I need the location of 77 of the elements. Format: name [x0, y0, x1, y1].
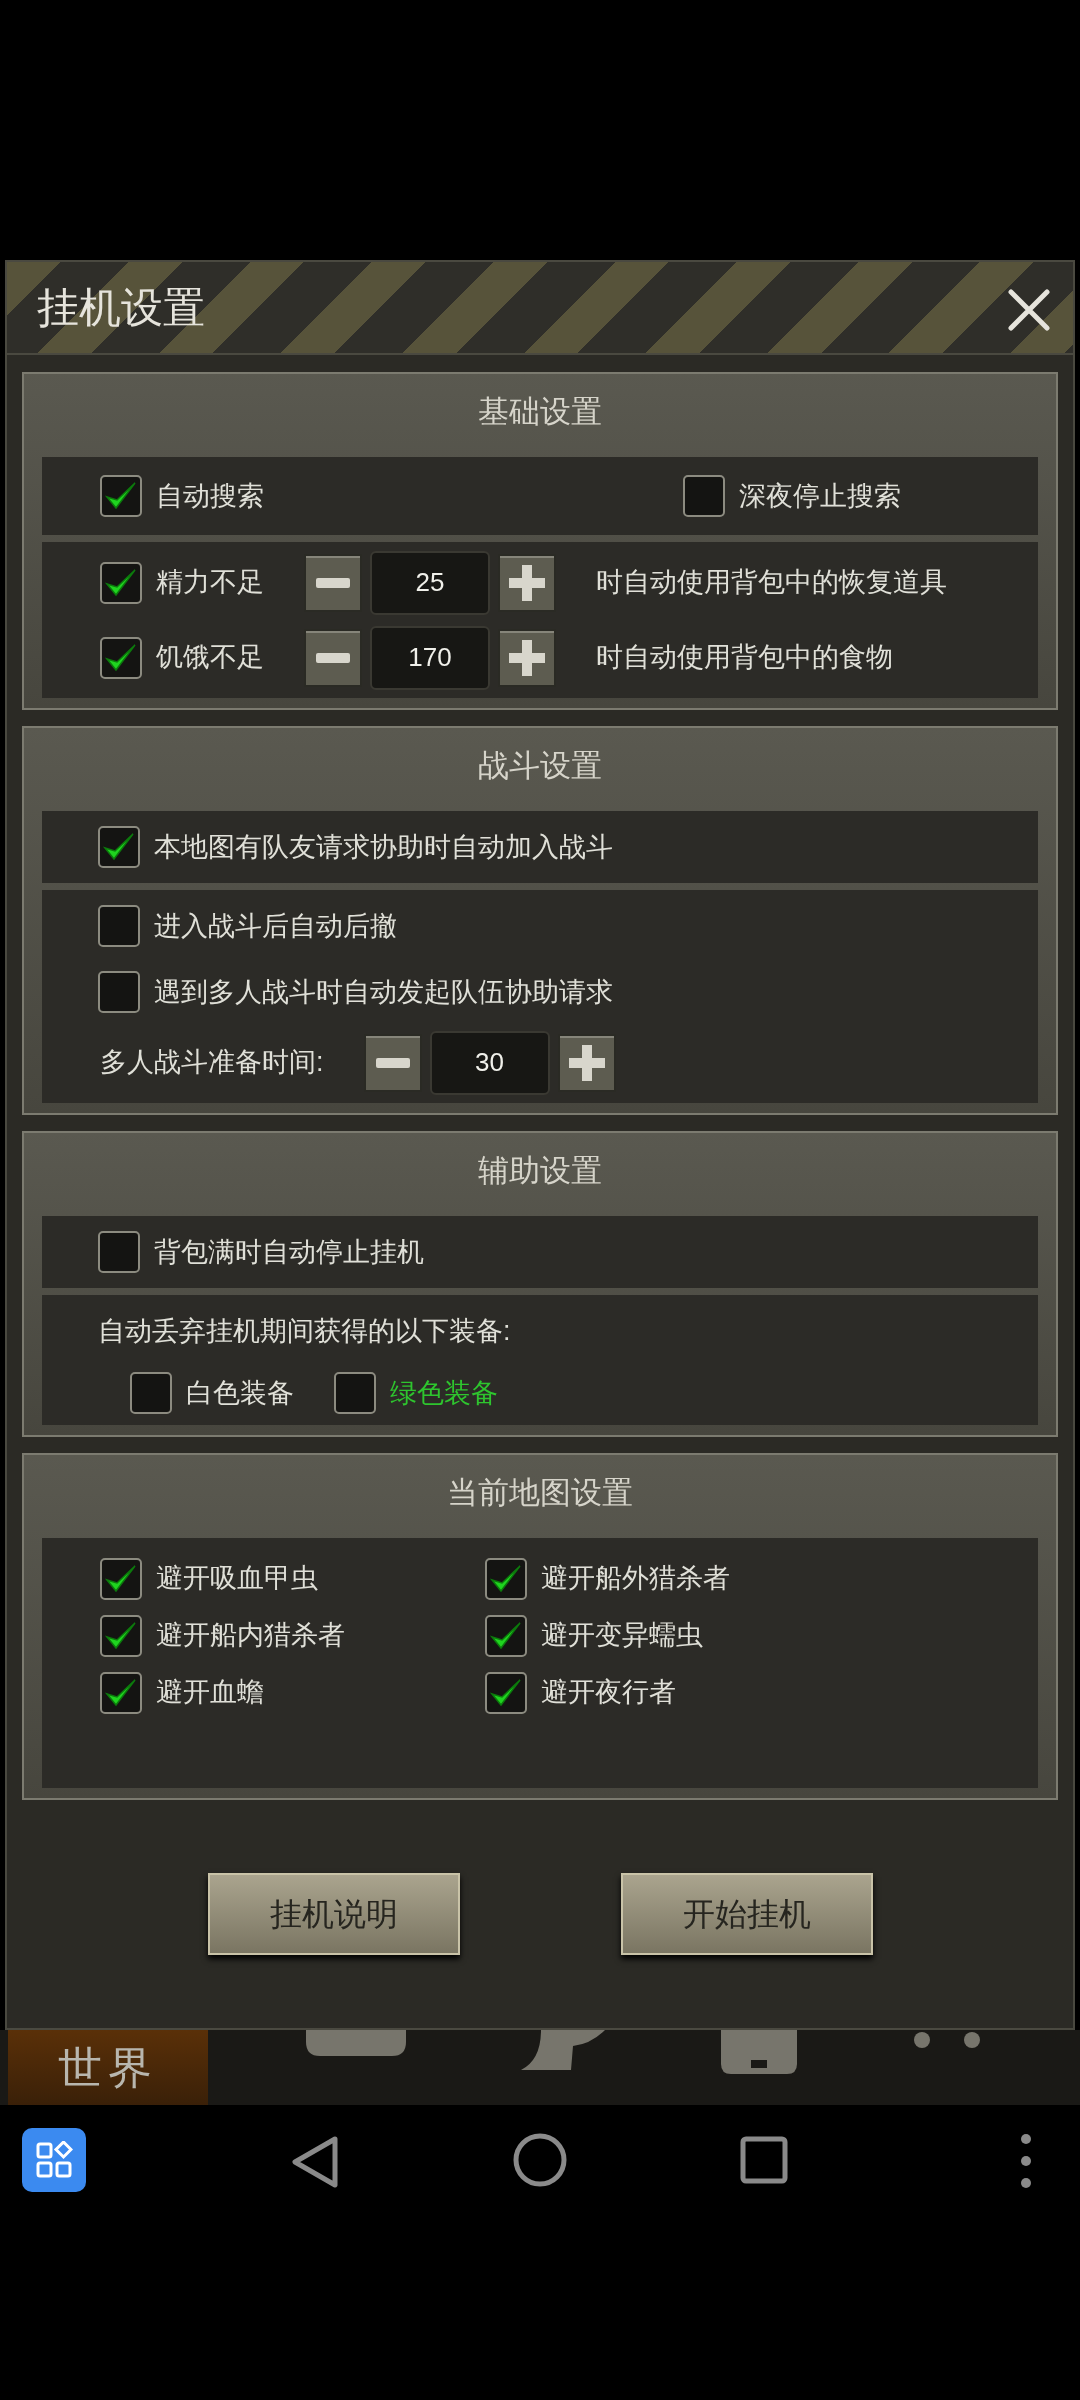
- home-icon[interactable]: [512, 2132, 568, 2188]
- tray-icon[interactable]: [305, 2030, 406, 2058]
- value-field[interactable]: 170: [370, 625, 490, 690]
- checkbox[interactable]: [334, 1372, 376, 1414]
- checkbox[interactable]: [100, 475, 142, 517]
- setting-text: 时自动使用背包中的食物: [596, 641, 893, 675]
- minus-icon: [375, 1057, 410, 1068]
- nav-tab[interactable]: 世界: [8, 2030, 208, 2105]
- app-drawer-button[interactable]: [22, 2128, 86, 2192]
- section-title: 辅助设置: [478, 1151, 602, 1190]
- option-label: 避开吸血甲虫: [156, 1562, 318, 1596]
- plus-icon: [568, 1044, 605, 1081]
- minus-button[interactable]: [304, 628, 362, 687]
- check-icon: [104, 1619, 138, 1652]
- option-label: 避开血蟾: [156, 1676, 264, 1710]
- section-title: 基础设置: [478, 392, 602, 431]
- check-icon: [489, 1562, 523, 1595]
- checkbox[interactable]: [485, 1671, 527, 1714]
- option-label: 进入战斗后自动后撤: [154, 909, 397, 943]
- dots-icon[interactable]: [912, 2030, 983, 2050]
- action-button[interactable]: 挂机说明: [207, 1873, 460, 1955]
- checkbox[interactable]: [485, 1614, 527, 1657]
- check-icon: [104, 566, 138, 599]
- checkbox[interactable]: [98, 905, 140, 947]
- checkbox[interactable]: [130, 1372, 172, 1414]
- check-icon: [104, 641, 138, 674]
- check-icon: [489, 1619, 523, 1652]
- setting-text: 时自动使用背包中的恢复道具: [596, 566, 947, 600]
- plus-button[interactable]: [498, 553, 556, 612]
- option-label: 深夜停止搜索: [739, 479, 901, 513]
- option-label: 避开船外猎杀者: [541, 1562, 730, 1596]
- check-icon: [102, 831, 136, 863]
- checkbox[interactable]: [100, 1671, 142, 1714]
- check-icon: [104, 480, 138, 512]
- back-icon[interactable]: [290, 2135, 340, 2189]
- checkbox[interactable]: [98, 971, 140, 1013]
- checkbox[interactable]: [98, 1231, 140, 1273]
- option-label: 自动搜索: [156, 479, 264, 513]
- grid-icon: [35, 2141, 73, 2179]
- minus-icon: [316, 577, 350, 588]
- checkbox[interactable]: [485, 1557, 527, 1600]
- plus-button[interactable]: [498, 628, 556, 687]
- check-icon: [489, 1676, 523, 1709]
- setting-text: 多人战斗准备时间:: [100, 1046, 324, 1080]
- setting-text: 自动丢弃挂机期间获得的以下装备:: [98, 1314, 511, 1348]
- checkbox[interactable]: [100, 636, 142, 679]
- value-field[interactable]: 25: [370, 550, 490, 615]
- close-icon[interactable]: [1007, 288, 1051, 332]
- recents-icon[interactable]: [740, 2136, 788, 2184]
- check-icon: [104, 1676, 138, 1709]
- plus-button[interactable]: [557, 1033, 616, 1092]
- value-field[interactable]: 30: [429, 1030, 550, 1095]
- option-label: 饥饿不足: [156, 641, 264, 675]
- checkbox[interactable]: [683, 475, 725, 517]
- plus-icon: [509, 564, 545, 601]
- option-label: 避开变异蠕虫: [541, 1619, 703, 1653]
- checkbox[interactable]: [100, 561, 142, 604]
- action-button[interactable]: 开始挂机: [620, 1873, 873, 1955]
- section-title: 当前地图设置: [447, 1473, 633, 1512]
- option-label: 背包满时自动停止挂机: [154, 1235, 424, 1269]
- section-title: 战斗设置: [478, 746, 602, 785]
- minus-button[interactable]: [363, 1033, 422, 1092]
- checkbox[interactable]: [98, 826, 140, 868]
- checkbox[interactable]: [100, 1557, 142, 1600]
- option-label: 绿色装备: [390, 1376, 498, 1410]
- minus-icon: [316, 652, 350, 663]
- option-label: 精力不足: [156, 566, 264, 600]
- minus-button[interactable]: [304, 553, 362, 612]
- checkbox[interactable]: [100, 1614, 142, 1657]
- plus-icon: [509, 639, 545, 676]
- option-label: 避开夜行者: [541, 1676, 676, 1710]
- check-icon: [104, 1562, 138, 1595]
- option-label: 本地图有队友请求协助时自动加入战斗: [154, 830, 613, 864]
- window-title: 挂机设置: [37, 283, 205, 333]
- option-label: 白色装备: [186, 1376, 294, 1410]
- option-label: 避开船内猎杀者: [156, 1619, 345, 1653]
- option-label: 遇到多人战斗时自动发起队伍协助请求: [154, 975, 613, 1009]
